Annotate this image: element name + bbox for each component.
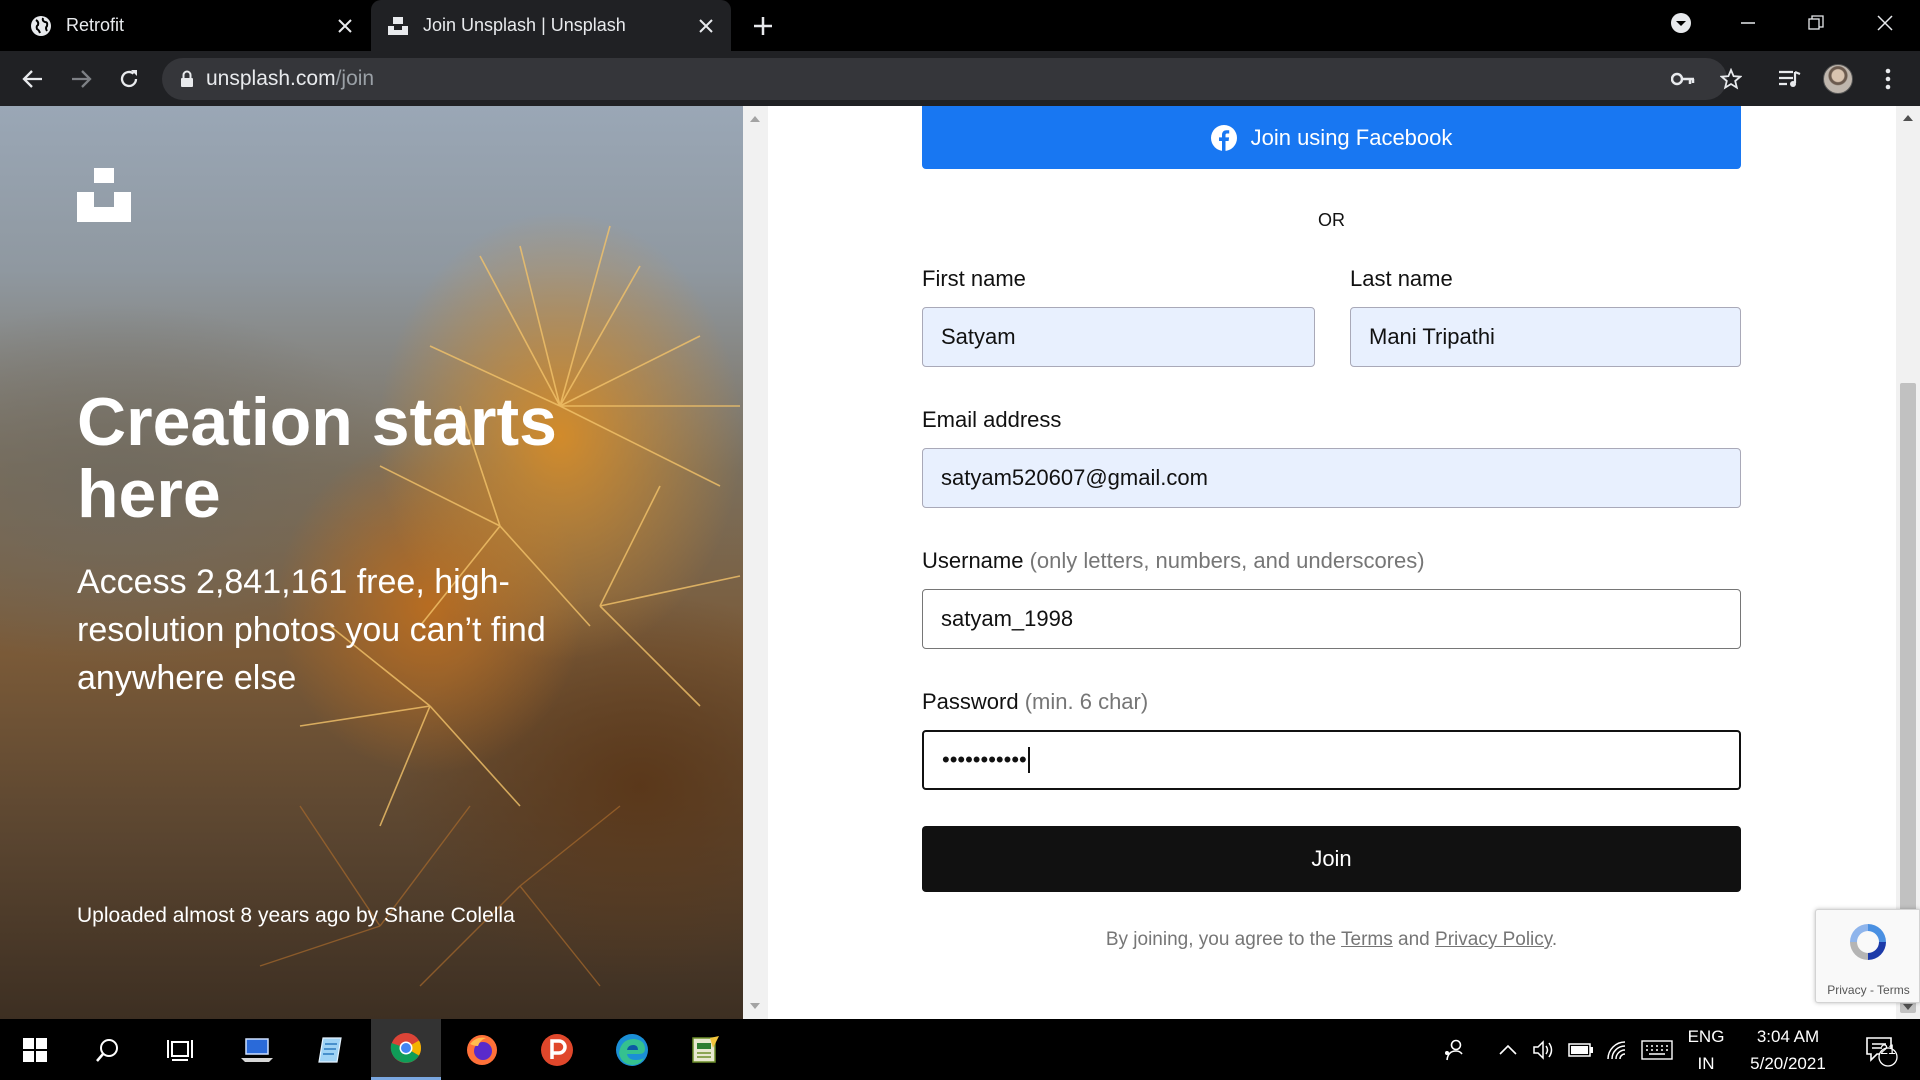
hero-background-photo: Creation starts here Access 2,841,161 fr… [0,106,743,1019]
keyboard-icon[interactable] [1639,1019,1675,1080]
spreadsheet-app-icon[interactable] [671,1019,741,1080]
hero-title: Creation starts here [77,384,557,532]
password-field[interactable]: ••••••••••• [922,730,1741,790]
windows-start-icon[interactable] [0,1019,70,1080]
chrome-icon[interactable] [371,1019,441,1080]
globe-icon [30,15,52,37]
browser-title-bar: Retrofit Join Unsplash | Unsplash [0,0,1920,51]
clock[interactable]: 3:04 AM 5/20/2021 [1738,1023,1838,1077]
first-name-label: First name [922,266,1026,291]
password-label-text: Password [922,689,1019,714]
laptop-app-icon[interactable] [222,1019,292,1080]
terms-suffix: . [1551,929,1558,950]
search-icon[interactable] [73,1019,143,1080]
scroll-down-arrow-icon[interactable] [1903,1004,1913,1010]
username-value: satyam_1998 [941,606,1074,631]
clock-time: 3:04 AM [1756,1027,1820,1046]
notifications-icon[interactable]: 21 [1858,1019,1904,1080]
people-icon[interactable] [1436,1019,1472,1080]
profile-avatar[interactable] [1823,64,1853,94]
last-name-field[interactable]: Mani Tripathi [1350,307,1741,367]
last-name-label: Last name [1350,266,1453,291]
close-tab-icon[interactable] [691,11,721,41]
username-hint: (only letters, numbers, and underscores) [1029,548,1425,573]
or-divider: OR [1318,210,1345,230]
p-app-icon[interactable] [522,1019,592,1080]
chevron-up-icon[interactable] [1494,1019,1522,1080]
username-field[interactable]: satyam_1998 [922,589,1741,649]
forward-icon[interactable] [61,59,101,99]
scroll-up-arrow-icon[interactable] [750,116,760,122]
task-view-icon[interactable] [145,1019,215,1080]
clock-date: 5/20/2021 [1750,1054,1826,1073]
address-bar[interactable]: unsplash.com/join [162,58,1727,100]
terms-prefix: By joining, you agree to the [1105,929,1337,950]
notifications-count: 21 [1880,1041,1896,1057]
terms-and: and [1398,929,1430,950]
text-caret [1027,747,1030,773]
media-control-icon[interactable] [1770,59,1810,99]
hero-subtitle: Access 2,841,161 free, high-resolution p… [77,563,546,697]
browser-toolbar: unsplash.com/join [0,51,1920,106]
terms-notice: By joining, you agree to the Terms and P… [922,929,1741,951]
edge-icon[interactable] [597,1019,667,1080]
key-icon[interactable] [1663,59,1703,99]
hero-scrollbar[interactable] [743,106,768,1019]
lock-icon[interactable] [180,70,194,88]
volume-icon[interactable] [1529,1019,1559,1080]
tab-title: Retrofit [66,15,125,35]
recaptcha-badge[interactable]: Privacy - Terms [1815,909,1920,1003]
tab-title: Join Unsplash | Unsplash [423,15,626,35]
restore-icon[interactable] [1791,6,1841,40]
last-name-value: Mani Tripathi [1369,324,1495,349]
unsplash-icon [387,15,409,37]
username-label: Username (only letters, numbers, and und… [922,548,1425,574]
language-line1: ENG [1687,1027,1725,1046]
recaptcha-icon [1850,924,1886,960]
email-value: satyam520607@gmail.com [941,465,1208,490]
reload-icon[interactable] [109,59,149,99]
menu-kebab-icon[interactable] [1868,59,1908,99]
password-label: Password (min. 6 char) [922,689,1148,715]
windows-taskbar: ENG IN 3:04 AM 5/20/2021 21 [0,1019,1920,1080]
join-form: Join using Facebook OR First name Satyam… [768,106,1896,1019]
join-button[interactable]: Join [922,826,1741,892]
battery-icon[interactable] [1565,1019,1597,1080]
language-indicator[interactable]: ENG IN [1685,1023,1727,1077]
page-viewport: Creation starts here Access 2,841,161 fr… [0,106,1920,1019]
email-label: Email address [922,407,1062,432]
photo-credit[interactable]: Uploaded almost 8 years ago by Shane Col… [77,904,515,928]
join-facebook-button[interactable]: Join using Facebook [922,106,1741,169]
wifi-icon[interactable] [1603,1019,1633,1080]
tab-join-unsplash[interactable]: Join Unsplash | Unsplash [371,0,731,51]
recaptcha-links[interactable]: Privacy - Terms [1816,983,1920,997]
username-label-text: Username [922,548,1024,573]
privacy-policy-link[interactable]: Privacy Policy [1435,929,1552,950]
language-line2: IN [1697,1054,1715,1073]
first-name-field[interactable]: Satyam [922,307,1315,367]
notepad-app-icon[interactable] [295,1019,365,1080]
close-window-icon[interactable] [1860,6,1910,40]
url-host: unsplash.com [206,67,336,90]
url-path: /join [335,67,375,90]
page-scrollbar[interactable] [1896,106,1920,1019]
scroll-up-arrow-icon[interactable] [1903,115,1913,121]
tab-retrofit[interactable]: Retrofit [14,0,370,51]
close-tab-icon[interactable] [330,11,360,41]
bookmark-star-icon[interactable] [1711,59,1751,99]
back-icon[interactable] [13,59,53,99]
minimize-icon[interactable] [1723,6,1773,40]
password-hint: (min. 6 char) [1024,689,1149,714]
firefox-icon[interactable] [447,1019,517,1080]
password-value: ••••••••••• [942,747,1027,772]
scroll-down-arrow-icon[interactable] [750,1003,760,1009]
new-tab-icon[interactable] [747,10,779,42]
first-name-value: Satyam [941,324,1016,349]
join-facebook-label: Join using Facebook [1250,124,1453,150]
terms-link[interactable]: Terms [1341,929,1393,950]
email-field[interactable]: satyam520607@gmail.com [922,448,1741,508]
tab-search-icon[interactable] [1656,6,1706,40]
facebook-icon [1210,124,1237,151]
unsplash-logo[interactable] [77,168,131,222]
